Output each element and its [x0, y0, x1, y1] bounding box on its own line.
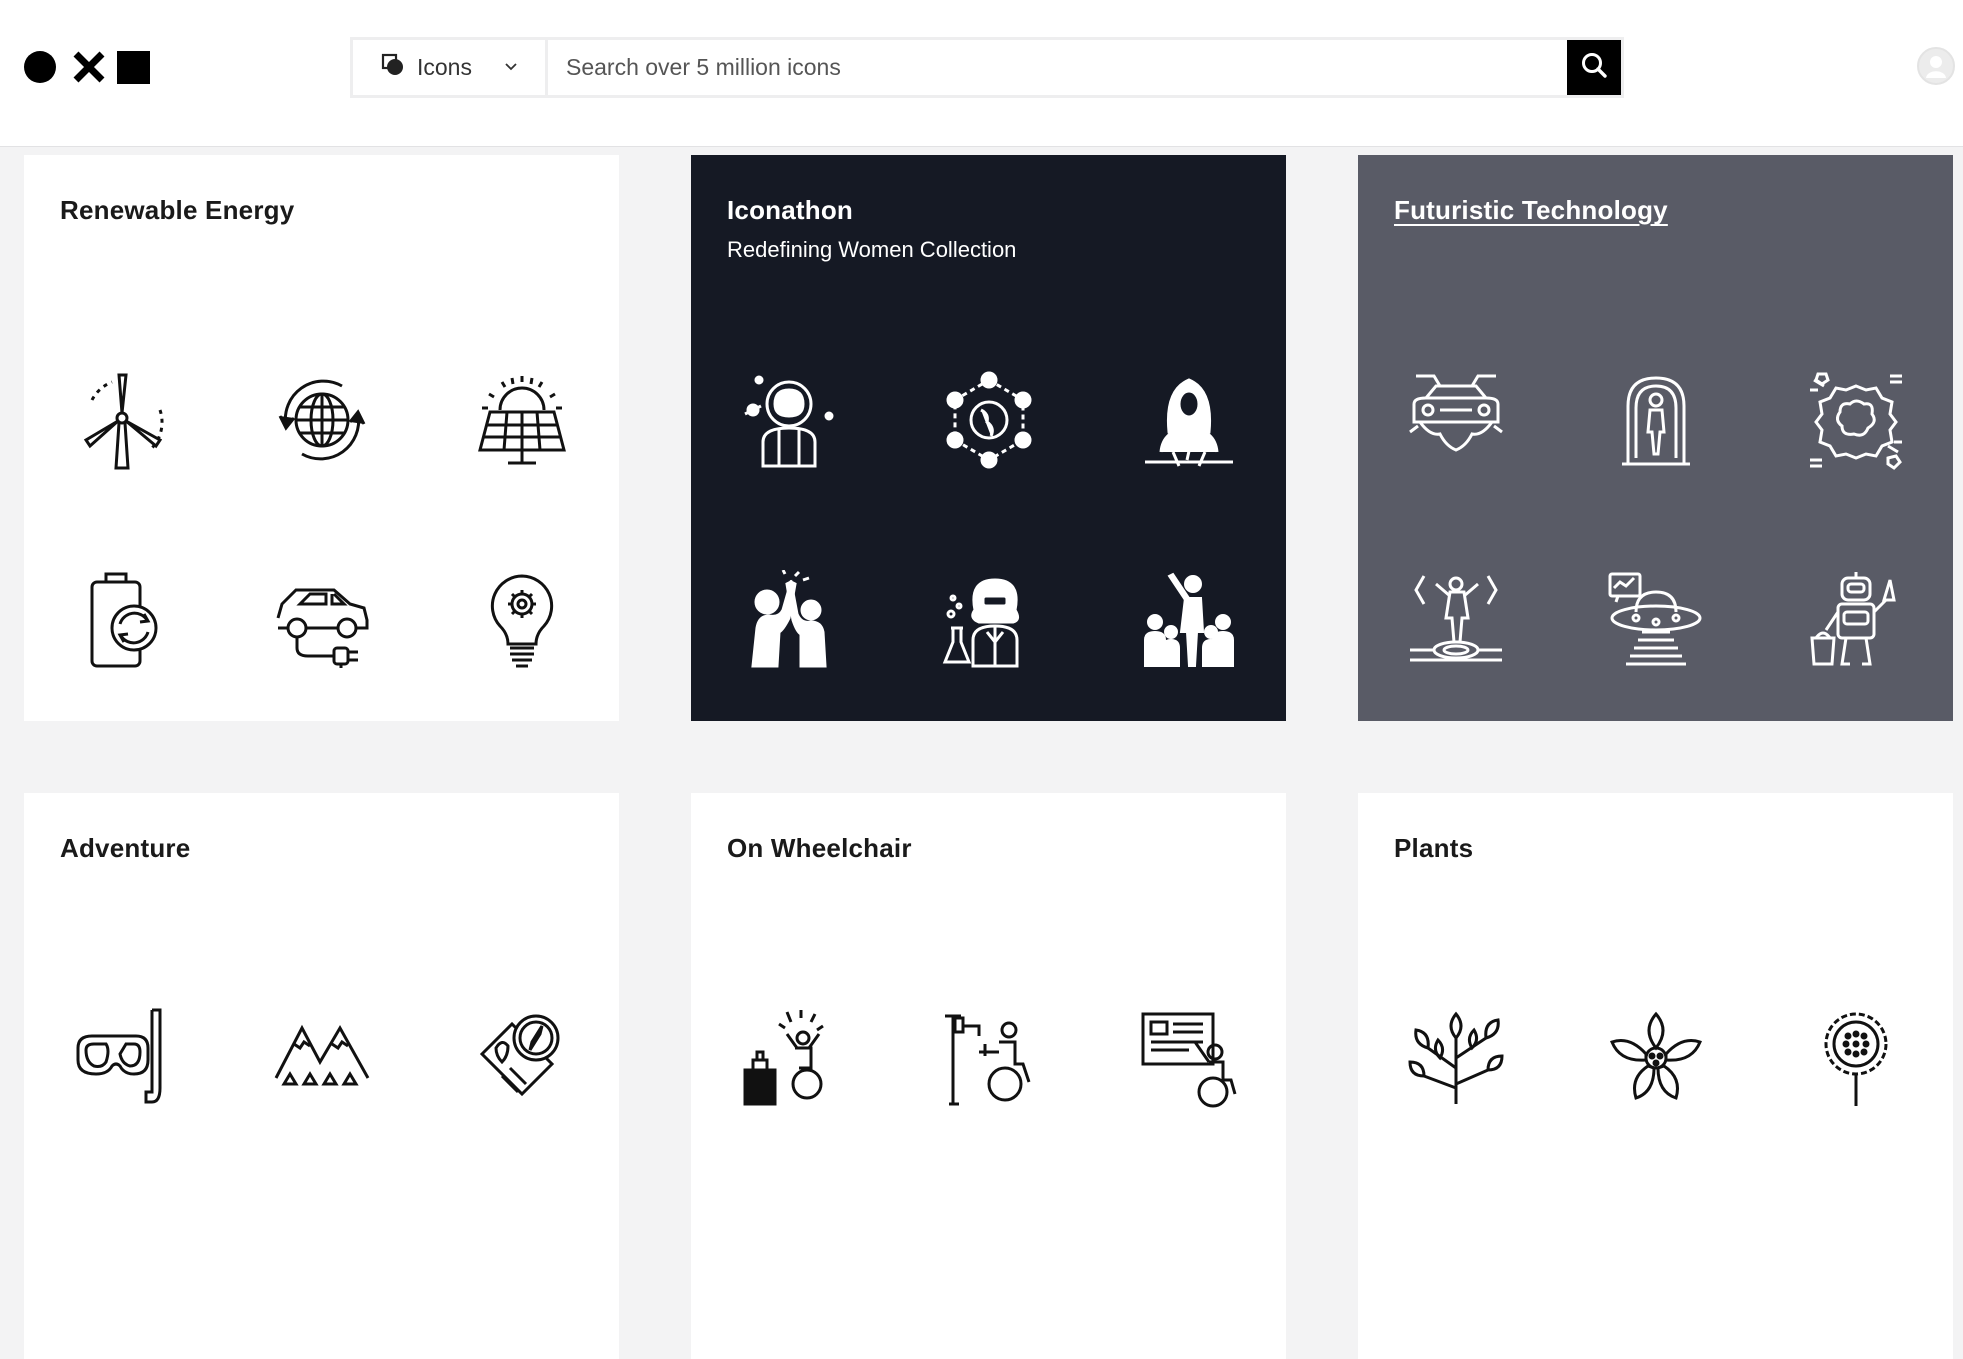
chevron-down-icon: [504, 59, 518, 77]
woman-scientist-icon: [939, 570, 1039, 670]
leafy-plant-icon: [1406, 1008, 1506, 1108]
hologram-person-icon: [1406, 570, 1506, 670]
search-type-dropdown[interactable]: Icons: [353, 40, 548, 95]
light-bulb-gear-icon: [472, 570, 572, 670]
user-avatar-icon[interactable]: [1917, 47, 1955, 85]
wheelchair-iv-icon: [939, 1008, 1039, 1108]
top-header: Icons: [0, 0, 1963, 147]
global-network-icon: [939, 370, 1039, 470]
collection-card-on-wheelchair[interactable]: On Wheelchair: [691, 793, 1286, 1359]
ai-brain-chip-icon: [1806, 370, 1906, 470]
map-compass-icon: [472, 1008, 572, 1108]
search-input[interactable]: [548, 40, 1567, 95]
wind-turbine-icon: [72, 370, 172, 470]
globe-recycle-icon: [272, 370, 372, 470]
battery-recharge-icon: [72, 570, 172, 670]
collection-title: Plants: [1394, 833, 1474, 863]
robot-cleaner-icon: [1806, 570, 1906, 670]
wheelchair-celebrate-icon: [739, 1008, 839, 1108]
electric-car-icon: [272, 570, 372, 670]
high-five-icon: [739, 570, 839, 670]
collection-title: Renewable Energy: [60, 195, 295, 225]
collection-card-plants[interactable]: Plants: [1358, 793, 1953, 1359]
sunflower-icon: [1806, 1008, 1906, 1108]
wheelchair-presentation-icon: [1139, 1008, 1239, 1108]
flower-icon: [1606, 1008, 1706, 1108]
logo-icon[interactable]: [24, 50, 154, 84]
search-type-label: Icons: [417, 54, 472, 80]
collection-card-iconathon[interactable]: Iconathon Redefining Women Collection: [691, 155, 1286, 721]
snorkel-mask-icon: [72, 1008, 172, 1108]
solar-panel-icon: [472, 370, 572, 470]
collection-subtitle: Redefining Women Collection: [727, 237, 1017, 262]
woman-leader-group-icon: [1139, 570, 1239, 670]
icons-type-icon: [381, 53, 405, 82]
hijab-woman-writing-icon: [1139, 370, 1239, 470]
cryo-pod-icon: [1606, 370, 1706, 470]
collection-card-adventure[interactable]: Adventure: [24, 793, 619, 1359]
collection-card-renewable-energy[interactable]: Renewable Energy: [24, 155, 619, 721]
search-button[interactable]: [1567, 40, 1621, 95]
search-bar: Icons: [350, 37, 1624, 98]
ufo-icon: [1606, 570, 1706, 670]
flying-car-icon: [1406, 370, 1506, 470]
mountains-icon: [272, 1008, 372, 1108]
collection-title: Iconathon: [727, 195, 854, 225]
astronaut-woman-icon: [739, 370, 839, 470]
collection-title: Adventure: [60, 833, 191, 863]
search-icon: [1580, 51, 1608, 84]
collection-card-futuristic-technology[interactable]: Futuristic Technology: [1358, 155, 1953, 721]
collection-title: On Wheelchair: [727, 833, 912, 863]
collection-title-link[interactable]: Futuristic Technology: [1394, 195, 1668, 226]
